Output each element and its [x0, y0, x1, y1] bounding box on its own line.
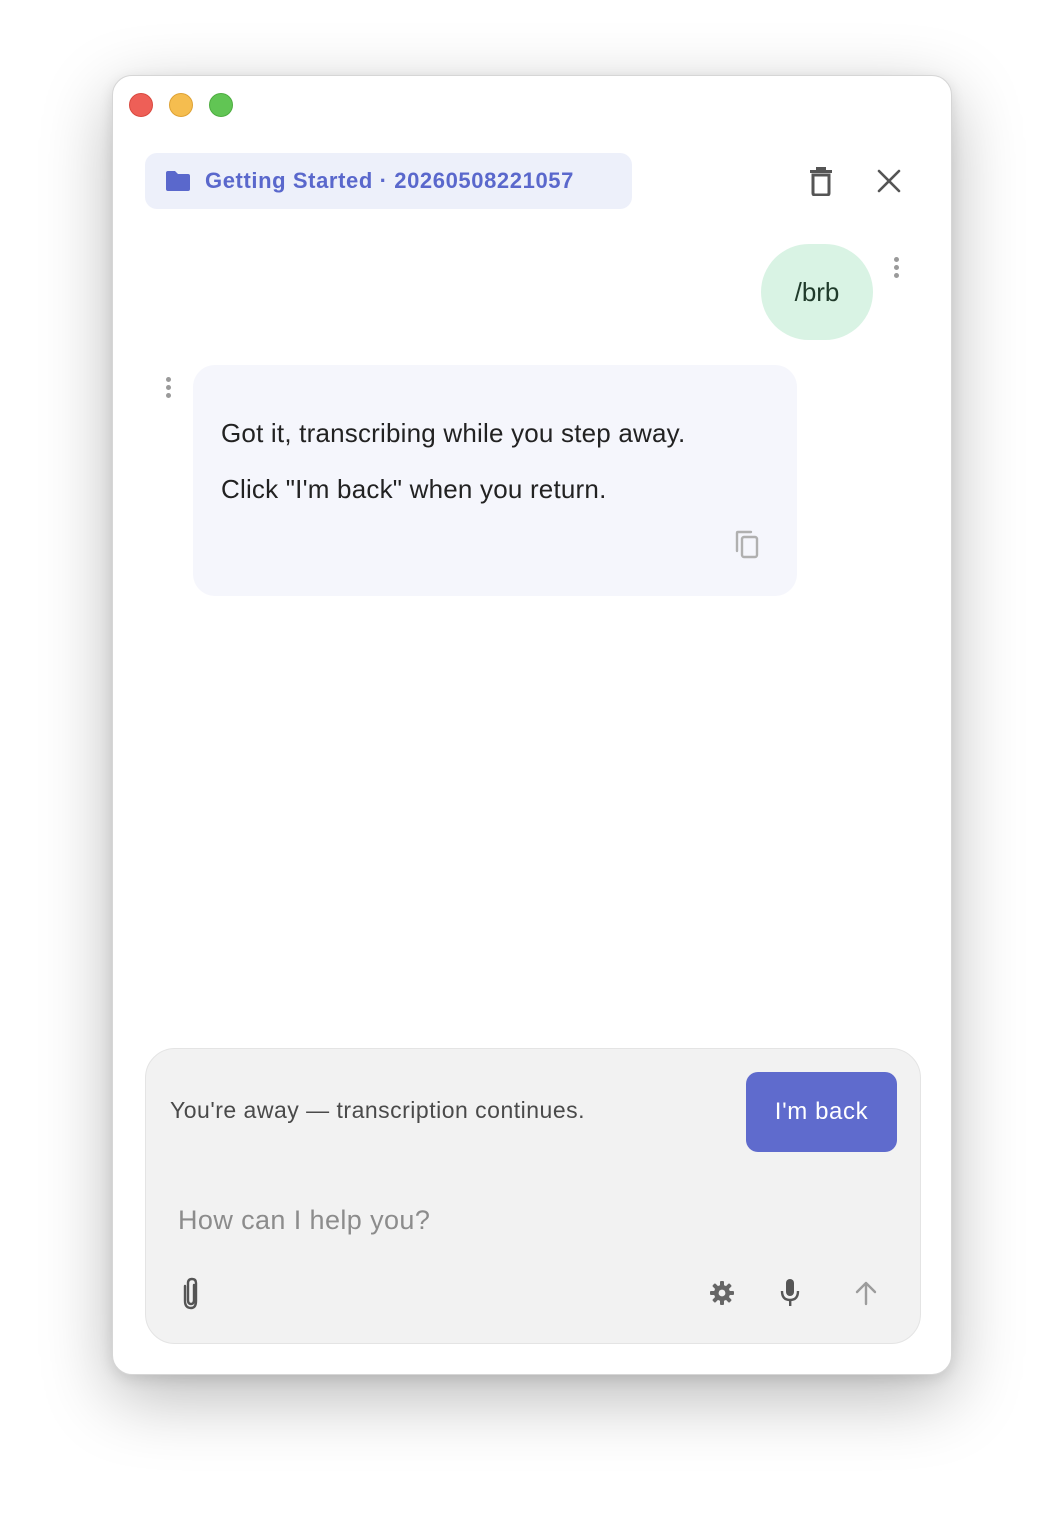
close-button[interactable] [871, 163, 907, 199]
arrow-up-icon [855, 1281, 877, 1306]
user-message-text: /brb [794, 276, 840, 307]
paperclip-icon [183, 1277, 198, 1310]
window-close-button[interactable] [129, 93, 153, 117]
assistant-message-line: Click "I'm back" when you return. [221, 474, 607, 504]
send-button[interactable] [848, 1275, 884, 1311]
copy-icon[interactable] [733, 530, 761, 560]
window-minimize-button[interactable] [169, 93, 193, 117]
assistant-message: Got it, transcribing while you step away… [193, 365, 797, 596]
assistant-message-menu-icon[interactable] [164, 377, 172, 398]
trash-icon [810, 167, 832, 196]
composer: You're away — transcription continues. I… [145, 1048, 921, 1344]
settings-button[interactable] [704, 1275, 740, 1311]
gear-icon [710, 1281, 734, 1305]
attach-button[interactable] [173, 1275, 209, 1311]
im-back-button[interactable]: I'm back [746, 1072, 897, 1152]
chat-window: Getting Started · 20260508221057 /brb Go… [112, 75, 952, 1375]
context-label: Getting Started · 20260508221057 [205, 168, 574, 193]
user-message: /brb [761, 244, 873, 340]
user-message-menu-icon[interactable] [892, 257, 900, 278]
delete-button[interactable] [803, 163, 839, 199]
prompt-input[interactable] [176, 1197, 880, 1243]
assistant-message-line: Got it, transcribing while you step away… [221, 418, 686, 448]
away-status-text: You're away — transcription continues. [170, 1097, 586, 1123]
voice-input-button[interactable] [772, 1275, 808, 1311]
microphone-icon [780, 1279, 800, 1306]
window-maximize-button[interactable] [209, 93, 233, 117]
context-chip[interactable]: Getting Started · 20260508221057 [145, 153, 632, 209]
folder-icon [166, 171, 190, 191]
close-icon [877, 169, 901, 193]
